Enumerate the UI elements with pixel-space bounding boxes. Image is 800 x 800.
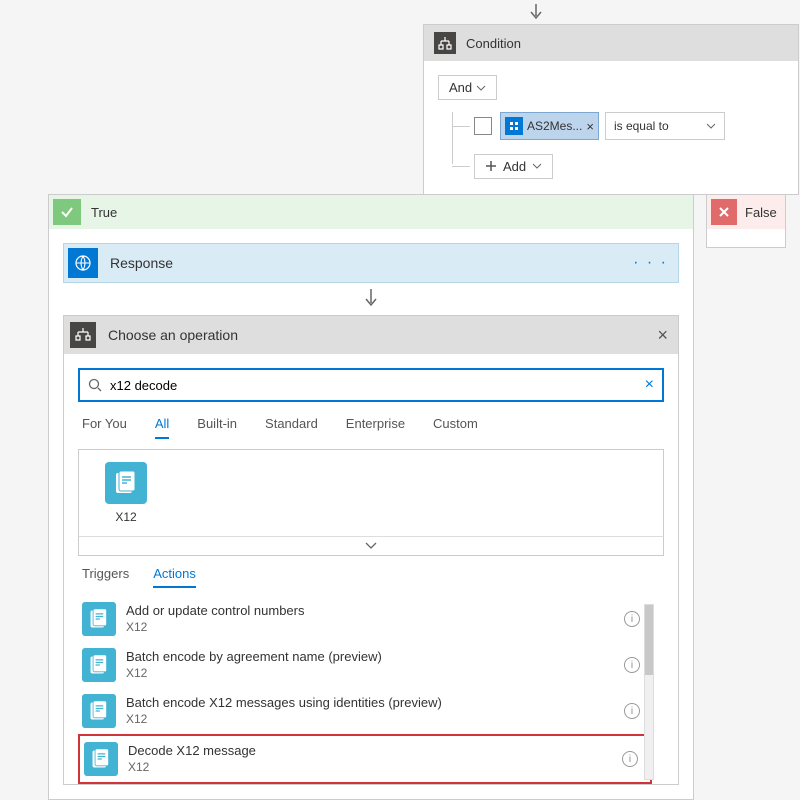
condition-icon bbox=[434, 32, 456, 54]
condition-body: And AS2Mes... × is equal to bbox=[424, 61, 798, 194]
action-row[interactable]: Add or update control numbersX12 i bbox=[78, 596, 652, 642]
false-label: False bbox=[745, 205, 777, 220]
true-label: True bbox=[91, 205, 117, 220]
info-icon[interactable]: i bbox=[624, 657, 640, 673]
action-title: Add or update control numbers bbox=[126, 603, 614, 620]
add-row-button[interactable]: Add bbox=[474, 154, 553, 179]
check-icon bbox=[53, 199, 81, 225]
subtab-triggers[interactable]: Triggers bbox=[82, 566, 129, 588]
plus-icon bbox=[485, 160, 497, 172]
chevron-down-icon bbox=[476, 85, 486, 91]
operation-picker-header: Choose an operation × bbox=[64, 316, 678, 354]
x-icon bbox=[711, 199, 737, 225]
chevron-down-icon bbox=[706, 123, 716, 129]
clear-search-button[interactable]: × bbox=[645, 376, 654, 394]
condition-row: AS2Mes... × is equal to bbox=[452, 112, 784, 140]
sub-tabs: Triggers Actions bbox=[82, 566, 664, 588]
info-icon[interactable]: i bbox=[622, 751, 638, 767]
x12-connector-icon bbox=[105, 462, 147, 504]
response-action-bar[interactable]: Response · · · bbox=[63, 243, 679, 283]
action-subtitle: X12 bbox=[126, 712, 614, 728]
false-branch-card: False bbox=[706, 194, 786, 248]
picker-title: Choose an operation bbox=[108, 327, 641, 343]
add-condition-row: Add bbox=[452, 152, 784, 180]
as2-icon bbox=[505, 117, 523, 135]
chevron-down-icon bbox=[365, 542, 377, 550]
subtab-actions[interactable]: Actions bbox=[153, 566, 196, 588]
x12-action-icon bbox=[82, 648, 116, 682]
logic-operator-select[interactable]: And bbox=[438, 75, 497, 100]
x12-action-icon bbox=[82, 694, 116, 728]
action-subtitle: X12 bbox=[126, 666, 614, 682]
true-branch-header[interactable]: True bbox=[49, 195, 693, 229]
filter-tab-all[interactable]: All bbox=[155, 416, 169, 439]
search-input[interactable] bbox=[110, 378, 637, 393]
connector-results: X12 bbox=[78, 449, 664, 536]
token-remove[interactable]: × bbox=[586, 119, 594, 134]
close-button[interactable]: × bbox=[653, 325, 672, 346]
action-row[interactable]: Decode X12 messageX12 i bbox=[78, 734, 652, 784]
condition-title: Condition bbox=[466, 36, 521, 51]
info-icon[interactable]: i bbox=[624, 703, 640, 719]
filter-tab-enterprise[interactable]: Enterprise bbox=[346, 416, 405, 439]
response-menu-button[interactable]: · · · bbox=[627, 254, 674, 272]
condition-card: Condition And AS2Mes... × bbox=[423, 24, 799, 195]
condition-header[interactable]: Condition bbox=[424, 25, 798, 61]
x12-action-icon bbox=[82, 602, 116, 636]
action-row[interactable]: Batch encode by agreement name (preview)… bbox=[78, 642, 652, 688]
action-title: Batch encode by agreement name (preview) bbox=[126, 649, 614, 666]
operation-picker: Choose an operation × × For You All Built-… bbox=[63, 315, 679, 785]
flow-arrow-top bbox=[528, 4, 544, 22]
flow-arrow-mid bbox=[63, 289, 679, 309]
search-icon bbox=[88, 378, 102, 392]
action-row[interactable]: Batch encode X12 messages using identiti… bbox=[78, 688, 652, 734]
filter-tab-custom[interactable]: Custom bbox=[433, 416, 478, 439]
action-title: Batch encode X12 messages using identiti… bbox=[126, 695, 614, 712]
connector-name: X12 bbox=[91, 510, 161, 524]
filter-tabs: For You All Built-in Standard Enterprise Cust… bbox=[78, 416, 664, 439]
globe-icon bbox=[68, 248, 98, 278]
scrollbar-thumb[interactable] bbox=[645, 605, 653, 675]
search-box[interactable]: × bbox=[78, 368, 664, 402]
true-branch-card: True Response · · · Choose an ope bbox=[48, 194, 694, 800]
chevron-down-icon bbox=[532, 163, 542, 169]
action-title: Decode X12 message bbox=[128, 743, 612, 760]
filter-tab-built-in[interactable]: Built-in bbox=[197, 416, 237, 439]
connector-x12[interactable]: X12 bbox=[91, 462, 161, 524]
expand-connectors-button[interactable] bbox=[78, 536, 664, 556]
operator-select[interactable]: is equal to bbox=[605, 112, 725, 140]
filter-tab-standard[interactable]: Standard bbox=[265, 416, 318, 439]
action-subtitle: X12 bbox=[126, 620, 614, 636]
value-token[interactable]: AS2Mes... × bbox=[500, 112, 599, 140]
x12-action-icon bbox=[84, 742, 118, 776]
filter-tab-for-you[interactable]: For You bbox=[82, 416, 127, 439]
action-list: Add or update control numbersX12iBatch e… bbox=[78, 596, 664, 784]
response-title: Response bbox=[110, 255, 615, 271]
false-branch-header[interactable]: False bbox=[707, 195, 785, 229]
info-icon[interactable]: i bbox=[624, 611, 640, 627]
action-subtitle: X12 bbox=[128, 760, 612, 776]
row-checkbox[interactable] bbox=[474, 117, 492, 135]
scrollbar[interactable] bbox=[644, 604, 654, 780]
operation-icon bbox=[70, 322, 96, 348]
